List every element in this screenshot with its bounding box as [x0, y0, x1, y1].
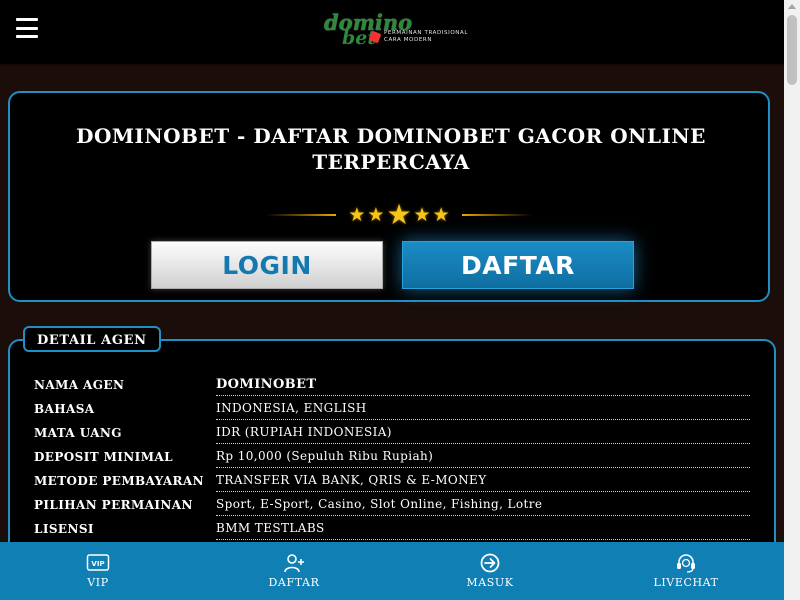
logo-tagline-2: CARA MODERN — [384, 37, 433, 43]
table-row: DEPOSIT MINIMAL Rp 10,000 (Sepuluh Ribu … — [34, 445, 750, 469]
table-row: PILIHAN PERMAINAN Sport, E-Sport, Casino… — [34, 493, 750, 517]
row-value: IDR (RUPIAH INDONESIA) — [216, 425, 750, 444]
star-icon: ★ — [413, 204, 431, 226]
login-button[interactable]: LOGIN — [151, 241, 383, 289]
page-scrollbar[interactable] — [784, 0, 800, 600]
user-add-icon — [284, 554, 304, 573]
svg-text:VIP: VIP — [91, 560, 104, 568]
table-row: LISENSI BMM TESTLABS — [34, 517, 750, 541]
table-row: MATA UANG IDR (RUPIAH INDONESIA) — [34, 421, 750, 445]
site-logo[interactable]: domino bet PERMAINAN TRADISIONAL CARA MO… — [324, 12, 474, 52]
row-label: METODE PEMBAYARAN — [34, 474, 205, 488]
logo-tagline-1: PERMAINAN TRADISIONAL — [384, 30, 469, 36]
star-divider-right — [462, 214, 532, 216]
bottom-nav: VIP VIP DAFTAR MASUK LIVECHAT — [0, 542, 784, 600]
row-label: DEPOSIT MINIMAL — [34, 450, 173, 464]
page-title: DOMINOBET - DAFTAR DOMINOBET GACOR ONLIN… — [76, 124, 706, 174]
menu-icon[interactable] — [16, 18, 38, 38]
headset-icon — [677, 554, 695, 573]
row-label: MATA UANG — [34, 426, 122, 440]
nav-label: VIP — [87, 576, 109, 589]
table-row: METODE PEMBAYARAN TRANSFER VIA BANK, QRI… — [34, 469, 750, 493]
row-label: BAHASA — [34, 402, 95, 416]
row-value: DOMINOBET — [216, 377, 750, 396]
site-header: domino bet PERMAINAN TRADISIONAL CARA MO… — [0, 0, 784, 66]
row-label: LISENSI — [34, 522, 94, 536]
nav-item-daftar[interactable]: DAFTAR — [196, 542, 392, 600]
rating-stars: ★ ★ ★ ★ ★ — [266, 201, 532, 229]
logo-tagline: PERMAINAN TRADISIONAL CARA MODERN — [384, 30, 468, 44]
nav-label: MASUK — [466, 576, 514, 589]
scroll-up-arrow-icon[interactable] — [788, 4, 796, 9]
row-value: BMM TESTLABS — [216, 521, 750, 540]
star-icon: ★ — [367, 204, 385, 226]
star-icon: ★ — [386, 198, 412, 231]
detail-heading: DETAIL AGEN — [23, 326, 161, 352]
row-value: Sport, E-Sport, Casino, Slot Online, Fis… — [216, 497, 750, 516]
table-row: BAHASA INDONESIA, ENGLISH — [34, 397, 750, 421]
table-row: NAMA AGEN DOMINOBET — [34, 373, 750, 397]
star-divider-left — [266, 214, 336, 216]
row-label: PILIHAN PERMAINAN — [34, 498, 193, 512]
hero-panel: DOMINOBET - DAFTAR DOMINOBET GACOR ONLIN… — [8, 91, 770, 302]
nav-label: DAFTAR — [268, 576, 320, 589]
scroll-thumb[interactable] — [787, 15, 797, 85]
agent-detail-table: NAMA AGEN DOMINOBET BAHASA INDONESIA, EN… — [34, 373, 750, 541]
row-value: INDONESIA, ENGLISH — [216, 401, 750, 420]
star-icon: ★ — [432, 204, 450, 226]
star-icon: ★ — [348, 204, 366, 226]
nav-label: LIVECHAT — [653, 576, 719, 589]
row-label: NAMA AGEN — [34, 378, 125, 392]
register-button[interactable]: DAFTAR — [402, 241, 634, 289]
nav-item-livechat[interactable]: LIVECHAT — [588, 542, 784, 600]
nav-item-vip[interactable]: VIP VIP — [0, 542, 196, 600]
row-value: TRANSFER VIA BANK, QRIS & E-MONEY — [216, 473, 750, 492]
nav-item-masuk[interactable]: MASUK — [392, 542, 588, 600]
star-row: ★ ★ ★ ★ ★ — [338, 201, 460, 229]
row-value: Rp 10,000 (Sepuluh Ribu Rupiah) — [216, 449, 750, 468]
vip-icon: VIP — [86, 554, 110, 571]
login-arrow-icon — [480, 553, 500, 573]
